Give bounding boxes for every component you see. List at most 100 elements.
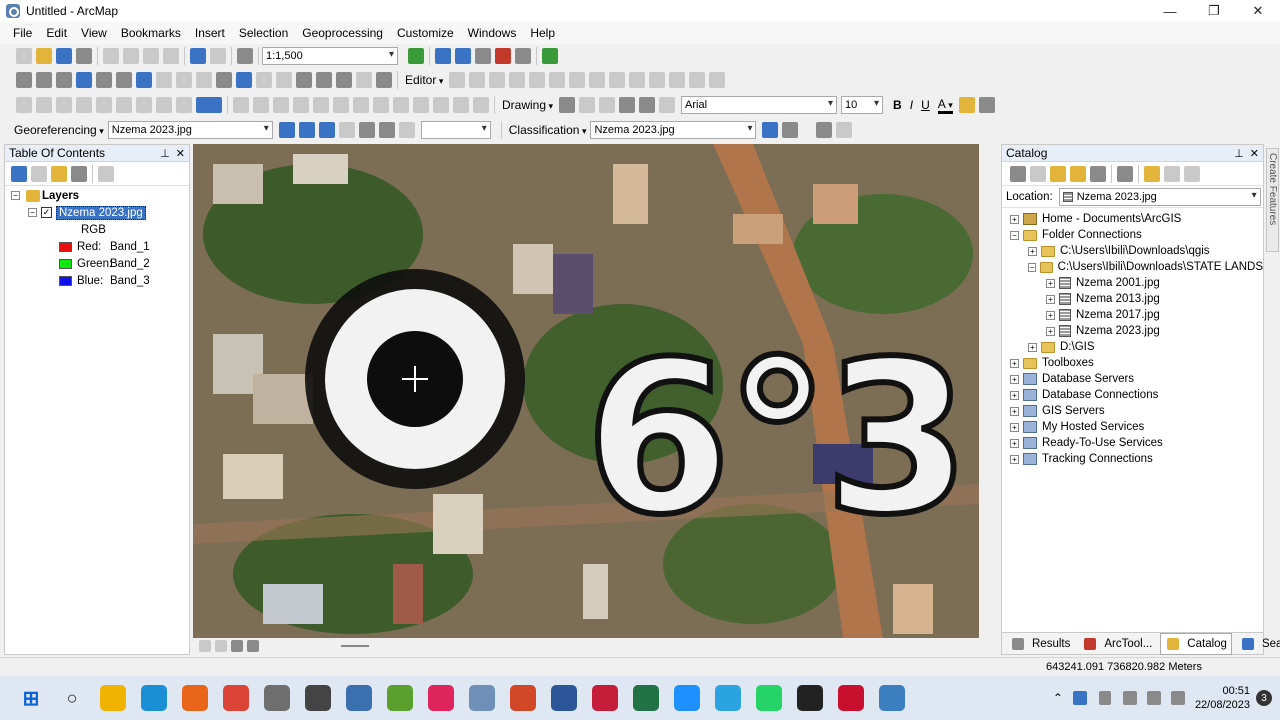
georef-tool-6-icon[interactable] <box>378 122 395 138</box>
catalog-tree-item[interactable]: + Tracking Connections <box>1002 451 1263 467</box>
html-popup-icon[interactable] <box>276 72 292 88</box>
microphone-icon[interactable] <box>1098 691 1111 705</box>
font-name-combo[interactable]: Arial <box>681 96 838 114</box>
tool-f-icon[interactable] <box>116 97 132 113</box>
app3-icon[interactable] <box>674 685 700 711</box>
cut-icon[interactable] <box>103 48 119 64</box>
add-data-icon[interactable] <box>237 48 253 64</box>
recorder-icon[interactable] <box>797 685 823 711</box>
class-tool-2-icon[interactable] <box>782 122 799 138</box>
view-link-table-icon[interactable] <box>358 122 375 138</box>
menu-bookmarks[interactable]: Bookmarks <box>121 26 181 40</box>
rotation-input[interactable] <box>420 121 491 139</box>
arcmap-taskbar-icon[interactable] <box>346 685 372 711</box>
delete-icon[interactable] <box>163 48 179 64</box>
zoom-out-icon[interactable] <box>36 72 52 88</box>
fill-color-icon[interactable] <box>958 97 975 113</box>
green-swatch[interactable] <box>59 258 72 269</box>
tool-i-icon[interactable] <box>176 97 192 113</box>
redo-icon[interactable] <box>210 48 226 64</box>
notification-badge[interactable]: 3 <box>1256 690 1272 706</box>
text-icon[interactable] <box>639 97 656 113</box>
horizontal-scrollbar[interactable] <box>341 645 369 647</box>
undo-icon[interactable] <box>190 48 206 64</box>
tool-n-icon[interactable] <box>313 97 329 113</box>
new-document-icon[interactable] <box>16 48 32 64</box>
pin-icon[interactable]: ⊥ <box>1234 147 1244 160</box>
volume-icon[interactable] <box>1146 691 1161 705</box>
toggle-contents-icon[interactable] <box>1164 165 1180 182</box>
telegram-icon[interactable] <box>715 685 741 711</box>
firefox-icon[interactable] <box>182 685 208 711</box>
tool-q-icon[interactable] <box>373 97 389 113</box>
hyperlink-icon[interactable] <box>256 72 272 88</box>
catalog-tree-item[interactable]: + Nzema 2001.jpg <box>1002 275 1263 291</box>
polygon-sample-icon[interactable] <box>816 122 833 138</box>
tool-p-icon[interactable] <box>353 97 369 113</box>
close-button[interactable]: ✕ <box>1236 0 1280 22</box>
tool-l-icon[interactable] <box>273 97 289 113</box>
map-view[interactable]: 6°3 <box>193 144 979 638</box>
point-icon[interactable] <box>549 72 566 88</box>
views-icon[interactable] <box>1117 165 1133 182</box>
list-by-drawing-order-icon[interactable] <box>11 165 27 182</box>
menu-file[interactable]: File <box>13 26 32 40</box>
line-color-icon[interactable] <box>978 97 995 113</box>
tool-c-icon[interactable] <box>56 97 72 113</box>
tool-b-icon[interactable] <box>36 97 52 113</box>
location-combo[interactable]: Nzema 2023.jpg <box>1058 187 1261 206</box>
measure-icon[interactable] <box>376 72 392 88</box>
tool-d-icon[interactable] <box>76 97 92 113</box>
chevron-up-icon[interactable]: ⌃ <box>1053 691 1063 705</box>
map-vertical-scrollbar[interactable] <box>984 144 996 638</box>
blue-swatch[interactable] <box>59 275 72 286</box>
fixed-zoom-out-icon[interactable] <box>116 72 132 88</box>
catalog-tree-item[interactable]: + Nzema 2017.jpg <box>1002 307 1263 323</box>
back-extent-icon[interactable] <box>136 72 152 88</box>
file-explorer-icon[interactable] <box>100 685 126 711</box>
minimize-button[interactable]: — <box>1148 0 1192 22</box>
rotate-georef-icon[interactable] <box>398 122 415 138</box>
catalog-tree-item[interactable]: + Home - Documents\ArcGIS <box>1002 211 1263 227</box>
expand-icon[interactable]: + <box>1010 214 1019 224</box>
select-elements-draw-icon[interactable] <box>559 97 576 113</box>
catalog-tree-item[interactable]: + Toolboxes <box>1002 355 1263 371</box>
expand-icon[interactable]: + <box>1028 342 1037 352</box>
zoom-in-icon[interactable] <box>16 72 32 88</box>
qgis-icon[interactable] <box>387 685 413 711</box>
layout-view-icon[interactable] <box>215 640 227 652</box>
app-icon[interactable] <box>305 685 331 711</box>
catalog-tree-item[interactable]: + GIS Servers <box>1002 403 1263 419</box>
menu-selection[interactable]: Selection <box>239 26 288 40</box>
model-builder-icon[interactable] <box>542 48 558 64</box>
attributes-icon[interactable] <box>669 72 686 88</box>
italic-button[interactable]: I <box>910 98 913 112</box>
back-icon[interactable] <box>1010 165 1026 182</box>
search-window-icon[interactable] <box>475 48 491 64</box>
expand-icon[interactable]: + <box>1046 278 1055 288</box>
menu-view[interactable]: View <box>81 26 107 40</box>
rotate-draw-icon[interactable] <box>579 97 596 113</box>
time-slider-icon[interactable] <box>356 72 372 88</box>
tab-catalog[interactable]: Catalog <box>1160 632 1232 655</box>
select-features-icon[interactable] <box>176 72 192 88</box>
clock[interactable]: 00:51 22/08/2023 <box>1195 684 1250 712</box>
expand-icon[interactable]: + <box>1010 374 1019 384</box>
underline-button[interactable]: U <box>921 98 930 112</box>
menu-geoprocessing[interactable]: Geoprocessing <box>302 26 383 40</box>
goto-xy-icon[interactable] <box>336 72 352 88</box>
search-icon[interactable]: ○ <box>59 685 85 711</box>
create-features-icon[interactable] <box>709 72 726 88</box>
reshape-icon[interactable] <box>589 72 606 88</box>
whatsapp-icon[interactable] <box>756 685 782 711</box>
edge-icon[interactable] <box>141 685 167 711</box>
start-icon[interactable]: ⊞ <box>18 685 44 711</box>
wifi-icon[interactable] <box>1122 691 1137 705</box>
identify-icon[interactable] <box>236 72 252 88</box>
expand-icon[interactable]: + <box>1010 358 1019 368</box>
menu-help[interactable]: Help <box>530 26 555 40</box>
collapse-icon[interactable]: − <box>1010 230 1019 240</box>
layers-node[interactable]: − Layers <box>5 187 189 204</box>
chrome-icon[interactable] <box>223 685 249 711</box>
expand-icon[interactable]: + <box>1028 246 1037 256</box>
